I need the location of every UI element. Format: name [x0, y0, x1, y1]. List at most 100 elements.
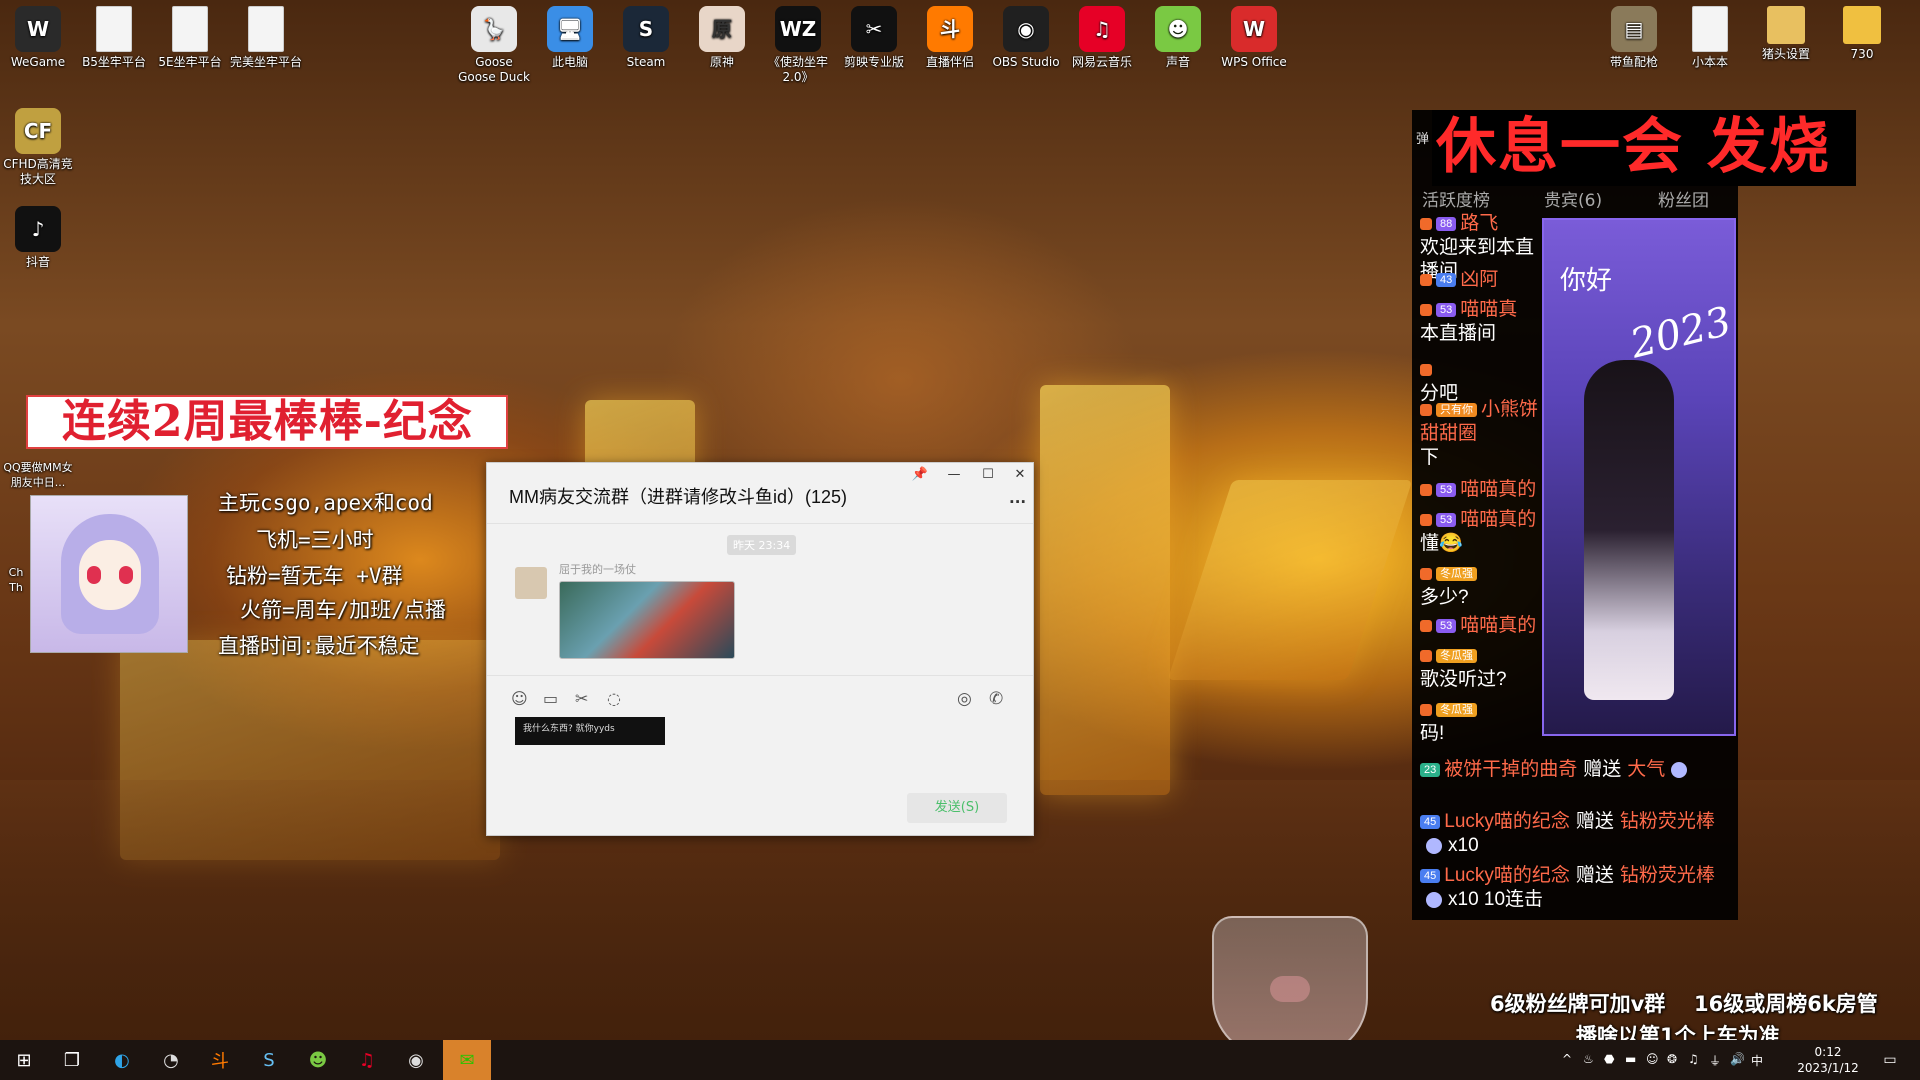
group-chat-window[interactable]: MM病友交流群（进群请修改斗鱼id）(125) 📌 — ☐ ✕ ... 昨天 2… — [486, 462, 1034, 836]
maximize-button[interactable]: ☐ — [973, 467, 1003, 482]
screenshot-option-icon[interactable]: ◎ — [957, 689, 972, 709]
gift-icon — [1671, 761, 1688, 778]
room-badge-icon — [1420, 363, 1432, 376]
gift-count: x10 10连击 — [1448, 889, 1544, 910]
clock-app-icon[interactable]: ◔ — [151, 1044, 191, 1076]
gift-message: 45 Lucky喵的纪念 赠送 钻粉荧光棒 x10 — [1420, 810, 1730, 858]
douyu-icon[interactable]: 斗 — [200, 1044, 240, 1076]
tiktok-icon: ♪ — [15, 206, 61, 252]
desktop-shortcut[interactable]: 猪头设置 — [1748, 0, 1824, 62]
tray-app-icon[interactable]: ❂ — [1667, 1052, 1677, 1066]
send-button[interactable]: 发送(S) — [907, 793, 1007, 823]
fan-badge: 45 — [1420, 814, 1441, 829]
tab-activity[interactable]: 活跃度榜 — [1422, 186, 1490, 211]
desktop-shortcut[interactable]: ◉ OBS Studio — [988, 0, 1064, 70]
notification-icon[interactable]: ▭ — [1870, 1044, 1910, 1076]
tab-fan-club[interactable]: 粉丝团 — [1658, 186, 1709, 211]
netease-icon[interactable]: ♫ — [347, 1044, 387, 1076]
pin-button[interactable]: 📌 — [905, 467, 935, 482]
desktop-shortcut-label: WeGame — [10, 55, 66, 69]
desktop-shortcut[interactable]: 斗直播伴侣 — [912, 0, 988, 70]
desktop-shortcut[interactable]: S Steam — [608, 0, 684, 70]
desktop-shortcut[interactable]: 原原神 — [684, 0, 760, 70]
gift-message: 45 Lucky喵的纪念 赠送 钻粉荧光棒 x10 10连击 — [1420, 864, 1730, 912]
desktop-shortcut-label: 5E坐牢平台 — [158, 55, 222, 69]
input-method-icon[interactable]: 中 — [1751, 1052, 1763, 1069]
volume-icon[interactable]: 🔊 — [1730, 1052, 1745, 1066]
chat-message: 冬瓜强 多少? — [1420, 562, 1548, 610]
desktop-shortcut-label: 网易云音乐 — [1071, 55, 1132, 69]
tab-vip[interactable]: 贵宾(6) — [1544, 186, 1602, 211]
show-hidden-icons[interactable]: ^ — [1562, 1052, 1572, 1066]
desktop-shortcut[interactable]: W WPS Office — [1216, 0, 1292, 70]
desktop-shortcut[interactable]: ♫ 网易云音乐 — [1064, 0, 1140, 70]
desktop-shortcut[interactable]: B5坐牢平台 — [76, 0, 152, 70]
desktop-shortcut[interactable]: ✂ 剪映专业版 — [836, 0, 912, 70]
wechat-tray-icon[interactable]: ⬣ — [1604, 1052, 1614, 1066]
chat-message: 53 喵喵真的 懂😂 — [1420, 508, 1548, 556]
more-options-button[interactable]: ... — [1009, 489, 1026, 507]
file-icon[interactable]: ▭ — [543, 689, 558, 708]
desktop-shortcut[interactable]: ♪ 抖音 — [0, 200, 76, 270]
gift-icon — [1426, 837, 1442, 854]
desktop-shortcut[interactable]: ▤ 带鱼配枪 — [1596, 0, 1672, 70]
steam-icon[interactable]: S — [249, 1044, 289, 1076]
wallpaper-light-block — [1040, 385, 1170, 795]
tray-app-icon[interactable]: ☺ — [1646, 1052, 1659, 1066]
draft-image[interactable]: 我什么东西? 就你yyds — [515, 717, 665, 745]
gift-sender: 被饼干掉的曲奇 — [1444, 759, 1578, 780]
desktop-shortcut[interactable]: 小本本 — [1672, 0, 1748, 70]
genshin-icon: 原 — [699, 6, 745, 52]
chat-text: 歌没听过? — [1420, 669, 1507, 690]
fan-badge: 53 — [1436, 618, 1457, 633]
streamer-info-line: 主玩csgo,apex和cod — [218, 491, 433, 515]
minimize-button[interactable]: — — [939, 467, 969, 482]
desktop-shortcut[interactable]: CF CFHD高清竞技大区 — [0, 102, 76, 187]
network-icon[interactable]: ⏚ — [1709, 1052, 1721, 1069]
emoji-icon[interactable]: ☺ — [511, 689, 528, 708]
desktop-shortcut-label: WPS Office — [1221, 55, 1287, 69]
edge-icon[interactable]: ◐ — [102, 1044, 142, 1076]
goose-icon: 🪿 — [471, 6, 517, 52]
desktop-shortcut[interactable]: WZ 《使劲坐牢2.0》 — [760, 0, 836, 85]
start-icon[interactable]: ⊞ — [4, 1044, 44, 1076]
desktop-shortcut-label: 小本本 — [1691, 55, 1728, 69]
sender-avatar — [515, 567, 547, 599]
desktop-shortcut[interactable]: 730 — [1824, 0, 1900, 62]
sound-icon[interactable]: ☻ — [298, 1044, 338, 1076]
desktop-shortcut[interactable]: ☻ 声音 — [1140, 0, 1216, 70]
chat-text: 本直播间 — [1420, 323, 1497, 344]
desktop-shortcut[interactable]: 5E坐牢平台 — [152, 0, 228, 70]
room-badge-icon — [1420, 217, 1432, 230]
message-timestamp: 昨天 23:34 — [727, 535, 797, 555]
wechat-icon[interactable]: ✉ — [443, 1040, 491, 1080]
chat-message: 冬瓜强 歌没听过? — [1420, 644, 1548, 692]
task-view-icon[interactable]: ❐ — [52, 1044, 92, 1076]
chat-history-icon[interactable]: ◌ — [607, 689, 621, 708]
desktop-shortcut[interactable]: 🪿 Goose Goose Duck — [456, 0, 532, 85]
netease-tray-icon[interactable]: ♫ — [1688, 1052, 1699, 1066]
room-badge-icon — [1420, 513, 1432, 526]
close-button[interactable]: ✕ — [1005, 467, 1035, 482]
shared-image-message[interactable] — [559, 581, 735, 659]
pig-cup — [1212, 916, 1368, 1058]
chat-username: 喵喵真的 — [1460, 615, 1537, 636]
folder-icon — [1767, 6, 1805, 44]
scissors-icon[interactable]: ✂ — [575, 689, 588, 708]
desktop-shortcut[interactable]: W WeGame — [0, 0, 76, 70]
streamer-info-line: 火箭=周车/加班/点播 — [240, 598, 446, 622]
streamer-info-line: 钻粉=暂无车 +V群 — [226, 564, 403, 588]
room-badge-icon — [1420, 649, 1432, 662]
desktop-shortcut-label: 猪头设置 — [1761, 47, 1810, 61]
obs-icon[interactable]: ◉ — [396, 1044, 436, 1076]
tray-app-icon[interactable]: ♨ — [1583, 1052, 1594, 1066]
desktop-shortcut[interactable]: 🖥 此电脑 — [532, 0, 608, 70]
tray-app-icon[interactable]: ▬ — [1625, 1052, 1636, 1066]
chat-username: 喵喵真的 — [1460, 509, 1537, 530]
fan-badge: 88 — [1436, 216, 1457, 231]
clock[interactable]: 0:12 2023/1/12 — [1792, 1040, 1864, 1080]
clock-date: 2023/1/12 — [1797, 1061, 1859, 1075]
fan-badge: 53 — [1436, 302, 1457, 317]
voice-call-icon[interactable]: ✆ — [989, 689, 1003, 709]
desktop-shortcut[interactable]: 完美坐牢平台 — [228, 0, 304, 70]
